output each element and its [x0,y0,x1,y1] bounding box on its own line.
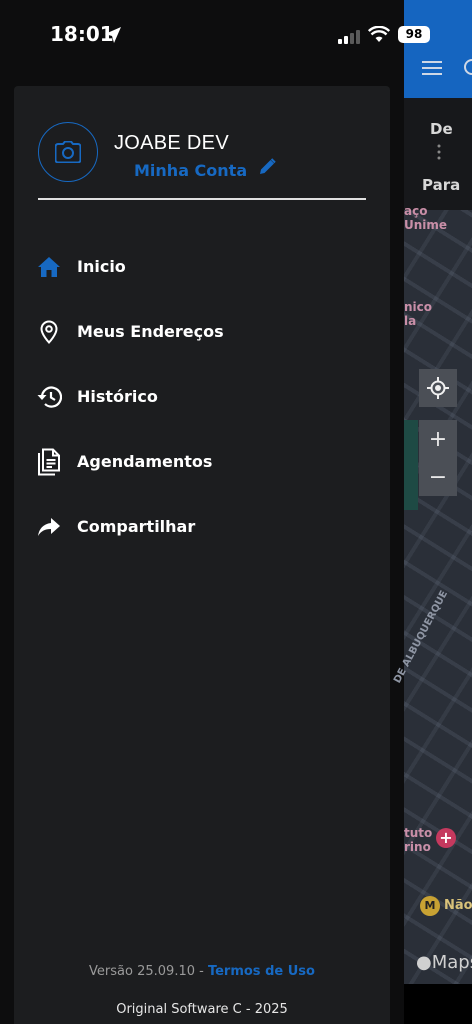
map-view[interactable]: aço Unime nico la DE ALBUQUERQUE tuto ri… [392,204,472,984]
to-label[interactable]: Para [422,176,460,194]
drawer-menu: Inicio Meus Endereços Histórico Agendame… [14,234,390,559]
history-icon [36,384,62,410]
map-label: tuto [404,826,433,840]
zoom-out-button[interactable]: − [419,458,457,496]
dots-icon [437,144,441,160]
menu-item-inicio[interactable]: Inicio [14,234,390,299]
home-icon [36,254,62,280]
map-label: nico [404,300,433,314]
status-bar: 18:01 [0,0,404,72]
pencil-icon[interactable] [258,158,276,176]
locate-me-button[interactable] [419,369,457,407]
crosshair-icon [427,377,449,399]
menu-item-compartilhar[interactable]: Compartilhar [14,494,390,559]
battery-icon: 98 [398,26,430,43]
cellular-signal-icon [338,30,360,44]
apple-logo-icon: ● [416,952,432,973]
menu-item-agendamentos[interactable]: Agendamentos [14,429,390,494]
bottom-bar [404,984,472,1024]
document-icon [36,448,62,475]
search-icon[interactable] [462,58,472,78]
user-name: JOABE DEV [114,132,229,154]
avatar[interactable] [38,122,98,182]
navigation-drawer: JOABE DEV Minha Conta Inicio Meus Endere… [14,86,390,1024]
map-attribution: ●Maps [416,952,472,973]
divider [38,198,366,200]
menu-item-label: Histórico [77,387,158,406]
map-label: Não [444,898,472,913]
from-label[interactable]: De [430,120,453,138]
wifi-icon [368,26,390,42]
location-arrow-icon [105,27,121,43]
hospital-marker-icon: + [436,828,456,848]
menu-item-label: Compartilhar [77,517,196,536]
zoom-in-button[interactable]: + [419,420,457,458]
location-pin-icon [36,319,62,345]
my-account-link[interactable]: Minha Conta [134,161,247,180]
menu-item-label: Meus Endereços [77,322,224,341]
copyright-text: Original Software C - 2025 [116,1002,288,1017]
version-text: Versão 25.09.10 - [89,964,208,979]
share-icon [36,514,62,540]
map-label: aço Unime [404,204,448,232]
camera-icon [55,141,81,163]
version-info: Versão 25.09.10 - Termos de Uso [14,964,390,979]
hamburger-menu-icon[interactable] [422,60,442,76]
menu-item-meus-enderecos[interactable]: Meus Endereços [14,299,390,364]
terms-of-use-link[interactable]: Termos de Uso [208,964,315,979]
map-label: rino [404,840,431,854]
route-panel: De Para [404,98,472,210]
menu-item-historico[interactable]: Histórico [14,364,390,429]
menu-item-label: Inicio [77,257,126,276]
app-header [404,0,472,98]
metro-marker-icon: M [420,896,440,916]
menu-item-label: Agendamentos [77,452,213,471]
map-label: la [404,314,417,328]
